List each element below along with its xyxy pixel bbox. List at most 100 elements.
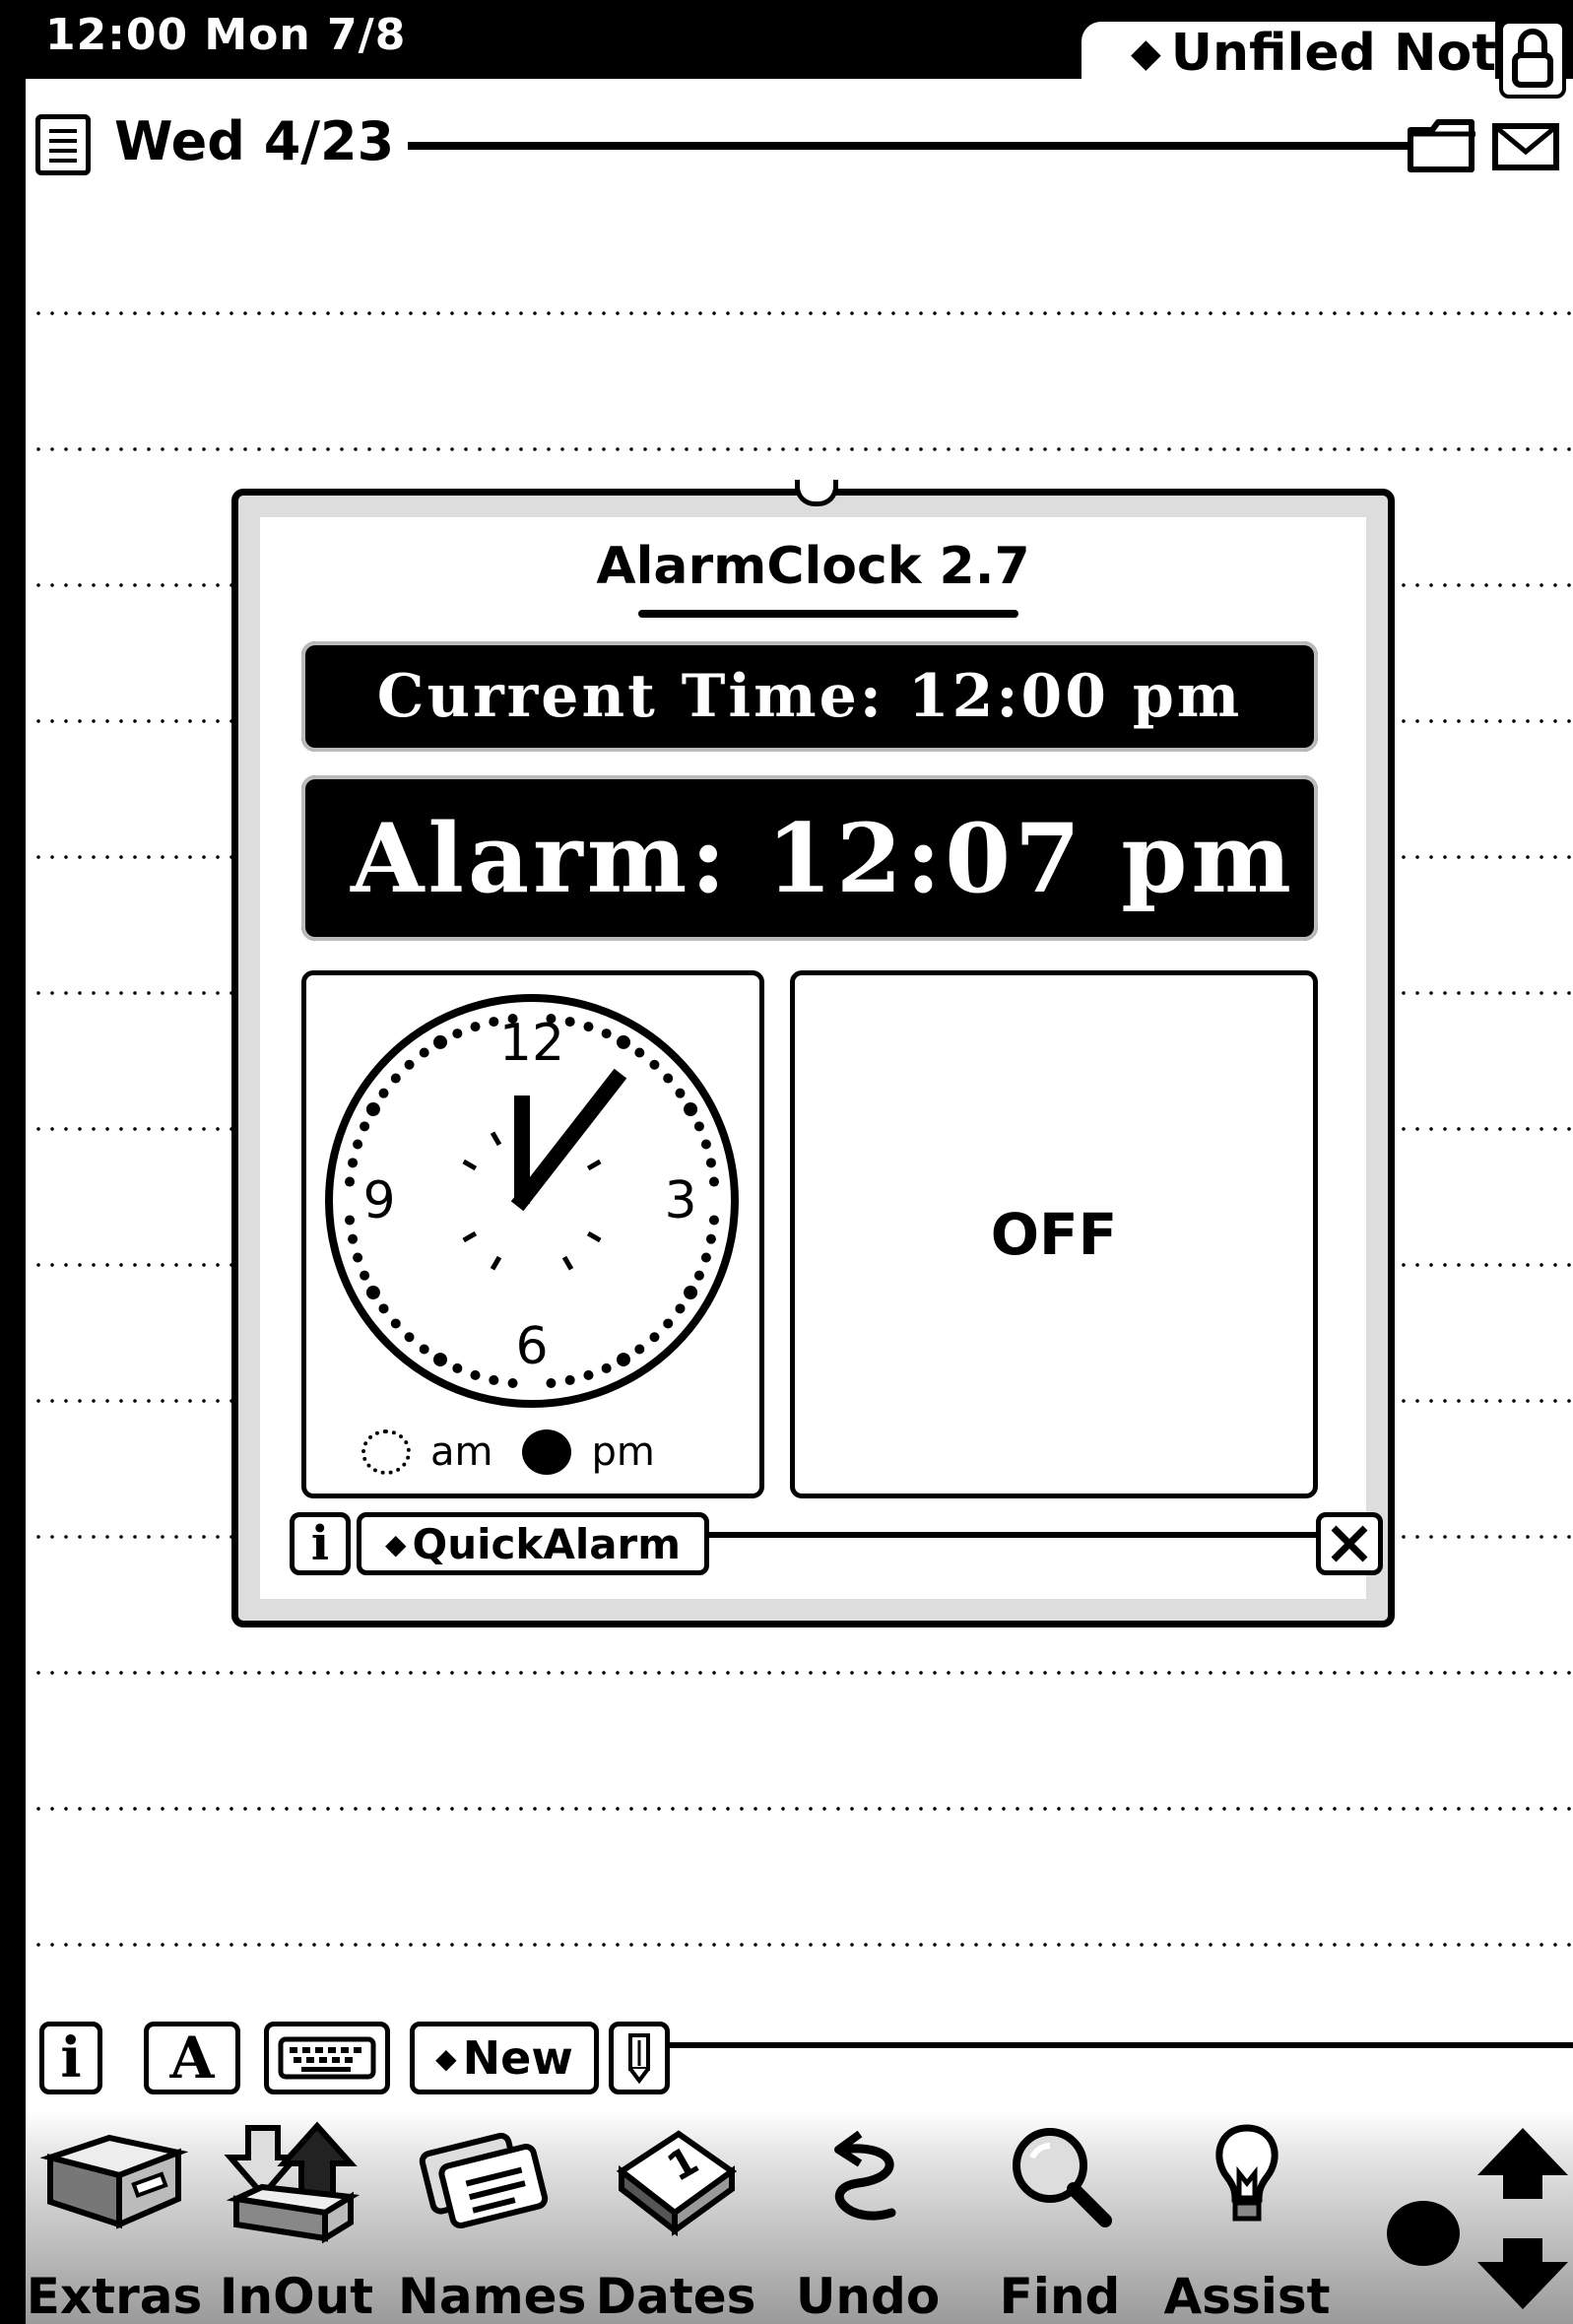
status-clock[interactable]: 12:00 Mon 7/8 — [45, 10, 406, 60]
am-label: am — [430, 1429, 493, 1475]
clock-minute-dot — [507, 1377, 518, 1388]
note-header: Wed 4/23 — [26, 108, 1573, 177]
clock-number-6: 6 — [515, 1317, 548, 1376]
clock-minute-dot — [404, 1332, 415, 1343]
clock-minute-dot — [663, 1318, 674, 1329]
toolbar-info-button[interactable]: i — [39, 2022, 102, 2094]
scroll-up-icon[interactable] — [1474, 2124, 1572, 2203]
clock-minute-dot — [404, 1059, 415, 1070]
dock-label-names: Names — [398, 2268, 587, 2324]
pencil-icon — [628, 2033, 650, 2084]
ruled-line — [32, 1943, 1573, 1947]
ruled-line — [32, 1671, 1573, 1675]
style-icon: A — [169, 2025, 215, 2092]
dialog-bottom-bar: i ◆ QuickAlarm — [290, 1512, 1383, 1591]
status-bar: 12:00 Mon 7/8 ◆ Unfiled Note — [26, 0, 1573, 99]
current-time-display: Current Time: 12:00 pm — [301, 641, 1318, 752]
style-button[interactable]: A — [144, 2022, 240, 2094]
dock-item-assist[interactable]: Assist — [1158, 2118, 1336, 2324]
toolbar-separator — [656, 2042, 1573, 2048]
clock-minute-dot — [433, 1353, 447, 1367]
inout-icon — [224, 2121, 360, 2244]
dialog-drag-handle[interactable] — [795, 480, 838, 506]
clock-panel[interactable]: 12 3 6 9 am pm — [301, 970, 764, 1498]
clock-minute-dot — [684, 1102, 698, 1116]
dates-icon: 1 — [616, 2130, 738, 2236]
dock-item-names[interactable]: Names — [398, 2118, 586, 2324]
ink-dot-icon[interactable] — [1387, 2201, 1460, 2266]
clock-minute-dot — [693, 1270, 704, 1281]
clock-minute-dot — [705, 1158, 716, 1168]
dock-label-undo: Undo — [795, 2268, 941, 2324]
dock-item-inout[interactable]: InOut — [208, 2118, 385, 2324]
dialog-title: AlarmClock 2.7 — [596, 537, 1030, 596]
clock-minute-dot — [564, 1017, 575, 1028]
new-button[interactable]: ◆ New — [410, 2022, 599, 2094]
analog-clock[interactable]: 12 3 6 9 — [320, 989, 744, 1413]
info-icon: i — [310, 1516, 330, 1571]
alarmclock-dialog: AlarmClock 2.7 Current Time: 12:00 pm Al… — [231, 480, 1395, 1627]
keyboard-button[interactable] — [264, 2022, 390, 2094]
dock-label-assist: Assist — [1163, 2268, 1331, 2324]
dialog-content: AlarmClock 2.7 Current Time: 12:00 pm Al… — [260, 517, 1383, 1599]
clock-minute-dot — [546, 1377, 557, 1388]
clock-minute-dot — [452, 1029, 463, 1039]
clock-minute-dot — [360, 1121, 370, 1132]
find-icon — [1013, 2128, 1112, 2227]
clock-number-12: 12 — [499, 1014, 564, 1073]
dock-item-extras[interactable]: Extras — [26, 2118, 203, 2324]
clock-minute-dot — [601, 1362, 612, 1373]
clock-minute-dot — [649, 1332, 660, 1343]
clock-minute-dot — [378, 1088, 389, 1098]
clock-minute-dot — [583, 1022, 594, 1032]
clock-minute-dot — [353, 1139, 363, 1150]
lock-icon[interactable] — [1499, 20, 1566, 99]
am-pm-selector: am pm — [361, 1423, 655, 1482]
dock-label-find: Find — [999, 2268, 1121, 2324]
clock-minute-dot — [708, 1215, 719, 1226]
extras-icon — [40, 2134, 188, 2229]
clock-minute-dot — [675, 1088, 686, 1098]
info-icon: i — [60, 2025, 82, 2091]
assist-icon — [1215, 2124, 1278, 2222]
clock-minute-dot — [470, 1022, 481, 1032]
dialog-info-button[interactable]: i — [290, 1512, 351, 1575]
dock-item-find[interactable]: Find — [971, 2118, 1148, 2324]
alarm-status-panel[interactable]: OFF — [790, 970, 1318, 1498]
new-label: New — [462, 2031, 573, 2085]
clock-minute-dot — [675, 1303, 686, 1314]
clock-minute-dot — [700, 1252, 711, 1263]
clock-minute-dot — [378, 1303, 389, 1314]
note-date[interactable]: Wed 4/23 — [114, 110, 394, 172]
clock-number-9: 9 — [362, 1171, 395, 1230]
clock-minute-dot — [470, 1369, 481, 1380]
pencil-button[interactable] — [609, 2022, 670, 2094]
dock-label-extras: Extras — [26, 2268, 203, 2324]
clock-minute-dot — [345, 1215, 356, 1226]
clock-minute-dot — [634, 1047, 645, 1058]
pm-radio[interactable] — [522, 1429, 572, 1475]
scroll-down-icon[interactable] — [1474, 2234, 1572, 2313]
clock-minute-dot — [489, 1374, 499, 1385]
quickalarm-button[interactable]: ◆ QuickAlarm — [357, 1512, 709, 1575]
note-icon[interactable] — [35, 114, 91, 175]
am-radio[interactable] — [361, 1429, 411, 1475]
note-separator — [408, 142, 1412, 150]
dock-item-undo[interactable]: Undo — [779, 2118, 956, 2324]
dialog-close-button[interactable] — [1316, 1512, 1383, 1575]
clock-minute-dot — [634, 1344, 645, 1355]
clock-minute-dot — [345, 1176, 356, 1187]
undo-icon — [834, 2130, 896, 2221]
dock-label-inout: InOut — [219, 2268, 374, 2324]
folder-tab[interactable]: ◆ Unfiled Note — [1081, 22, 1495, 85]
clock-minute-dot — [419, 1047, 429, 1058]
close-icon — [1331, 1525, 1368, 1562]
dock: Extras InOut Names 1 Dates Undo Find Ass… — [26, 2110, 1573, 2324]
dock-item-dates[interactable]: 1 Dates — [587, 2118, 764, 2324]
clock-minute-dot — [705, 1233, 716, 1244]
clock-number-3: 3 — [664, 1171, 696, 1230]
clock-minute-dot — [433, 1034, 447, 1049]
folder-icon[interactable] — [1407, 118, 1479, 173]
mail-icon[interactable] — [1491, 118, 1560, 173]
alarm-time-display[interactable]: Alarm: 12:07 pm — [301, 775, 1318, 941]
